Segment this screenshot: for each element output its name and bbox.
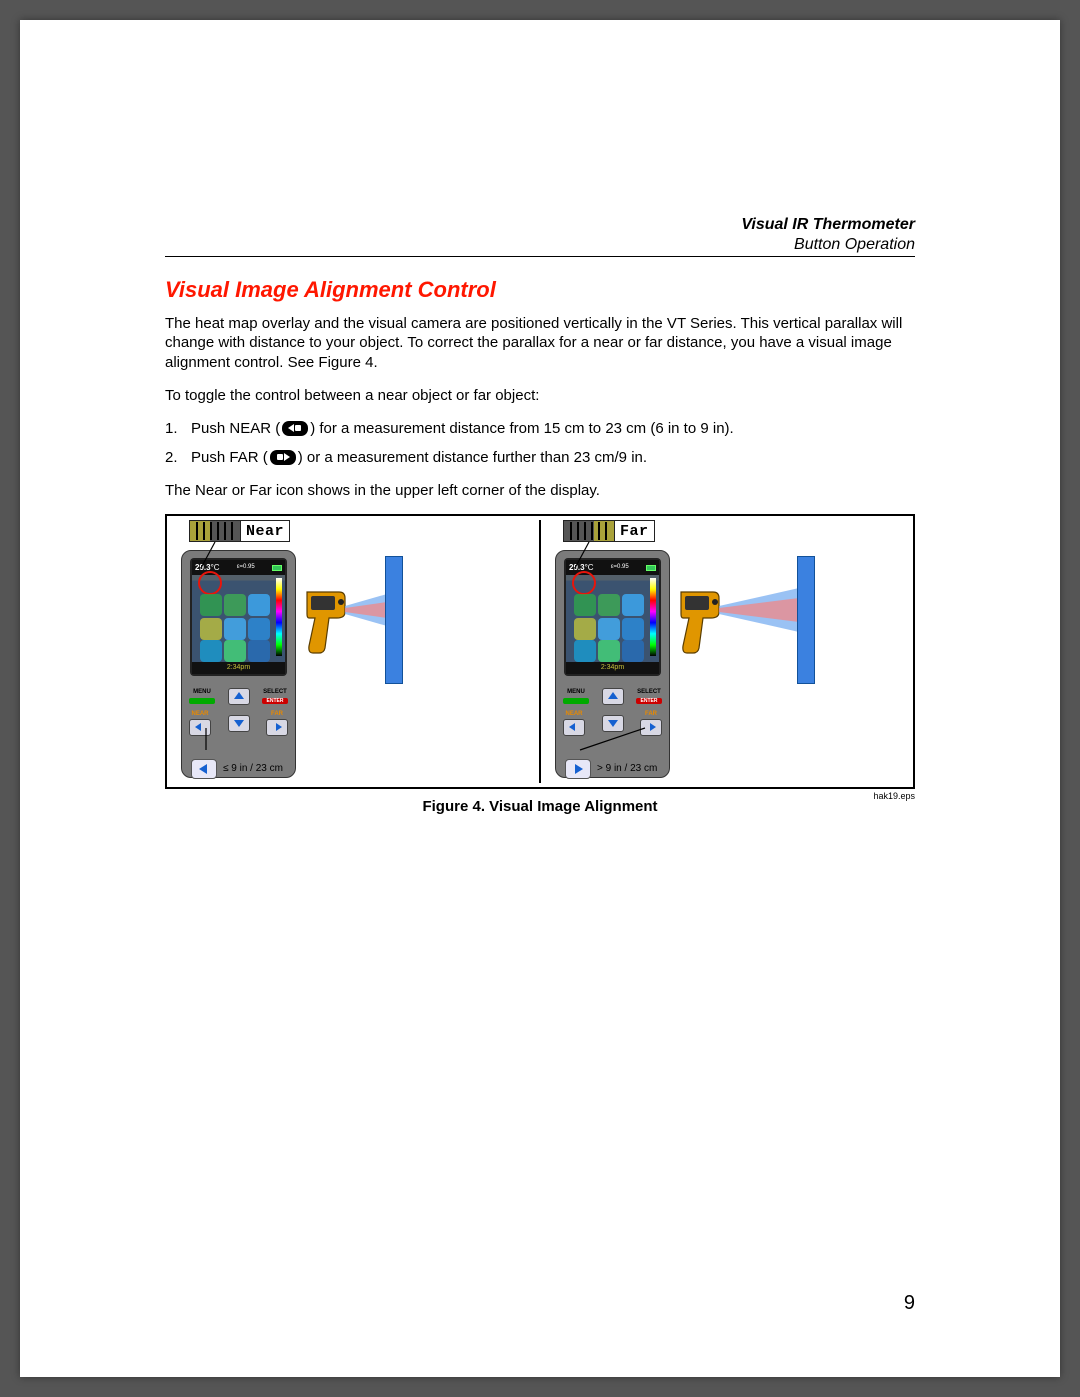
- menu-label: MENU: [189, 689, 215, 704]
- thermometer-device: 29.3°C ε=0.95: [555, 550, 670, 778]
- battery-icon: [646, 565, 656, 571]
- near-distance-label: ≤ 9 in / 23 cm: [223, 763, 283, 776]
- down-button[interactable]: [228, 715, 250, 732]
- thermometer-side-icon: [679, 588, 723, 654]
- far-arrow-icon: [565, 759, 591, 779]
- near-button-icon: [282, 421, 308, 436]
- menu-sub-icon: [189, 698, 215, 704]
- device-screen-frame: 29.3°C ε=0.95: [190, 558, 287, 676]
- ir-beam-icon: [345, 592, 387, 632]
- menu-sub-icon: [563, 698, 589, 704]
- result-paragraph: The Near or Far icon shows in the upper …: [165, 481, 915, 500]
- page-content: Visual Image Alignment Control The heat …: [165, 276, 915, 817]
- emissivity-value: ε=0.95: [611, 564, 629, 572]
- far-mode-badge: Far: [563, 520, 655, 542]
- header-rule: [165, 256, 915, 257]
- target-wall: [797, 556, 815, 684]
- up-button[interactable]: [602, 688, 624, 705]
- select-label: SELECTENTER: [636, 689, 662, 704]
- far-key-label: FAR: [645, 711, 657, 719]
- far-badge-label: Far: [614, 521, 654, 541]
- near-key-label: NEAR: [191, 711, 208, 719]
- near-key-button[interactable]: [563, 719, 585, 736]
- thermometer-side-icon: [305, 588, 349, 654]
- figure-near-panel: Near 29.3°C ε=0.95: [167, 516, 539, 787]
- step-text: Push FAR () or a measurement distance fu…: [191, 448, 915, 467]
- device-keypad: MENU SELECTENTER NEAR FAR: [563, 682, 662, 738]
- target-wall: [385, 556, 403, 684]
- step-text: Push NEAR () for a measurement distance …: [191, 419, 915, 438]
- menu-label: MENU: [563, 689, 589, 704]
- enter-label: ENTER: [262, 698, 288, 704]
- battery-icon: [272, 565, 282, 571]
- toggle-paragraph: To toggle the control between a near obj…: [165, 386, 915, 405]
- screen-time: 2:34pm: [601, 664, 624, 673]
- enter-label: ENTER: [636, 698, 662, 704]
- color-scale-icon: [650, 578, 656, 656]
- screen-bottombar: 2:34pm: [192, 662, 285, 674]
- ir-beam-icon: [719, 588, 799, 636]
- highlight-circle-icon: [572, 571, 596, 595]
- near-badge-label: Near: [240, 521, 289, 541]
- far-key-label: FAR: [271, 711, 283, 719]
- device-screen-frame: 29.3°C ε=0.95: [564, 558, 661, 676]
- section-heading: Visual Image Alignment Control: [165, 276, 915, 304]
- step-2: 2. Push FAR () or a measurement distance…: [165, 448, 915, 467]
- near-key-button[interactable]: [189, 719, 211, 736]
- page-number: 9: [904, 1291, 915, 1317]
- step-number: 1.: [165, 419, 191, 438]
- far-footnote: > 9 in / 23 cm: [565, 759, 657, 779]
- select-label: SELECTENTER: [262, 689, 288, 704]
- thermometer-device: 29.3°C ε=0.95: [181, 550, 296, 778]
- step-list: 1. Push NEAR () for a measurement distan…: [165, 419, 915, 467]
- figure-4: Near 29.3°C ε=0.95: [165, 514, 915, 789]
- near-footnote: ≤ 9 in / 23 cm: [191, 759, 283, 779]
- focus-track-icon: [190, 521, 240, 541]
- thermal-image: [574, 594, 646, 660]
- down-button[interactable]: [602, 715, 624, 732]
- color-scale-icon: [276, 578, 282, 656]
- figure-far-panel: Far 29.3°C ε=0.95: [541, 516, 913, 787]
- device-keypad: MENU SELECTENTER NEAR FAR: [189, 682, 288, 738]
- manual-page: Visual IR Thermometer Button Operation V…: [20, 20, 1060, 1377]
- near-arrow-icon: [191, 759, 217, 779]
- near-mode-badge: Near: [189, 520, 290, 542]
- focus-track-icon: [564, 521, 614, 541]
- emissivity-value: ε=0.95: [237, 564, 255, 572]
- highlight-circle-icon: [198, 571, 222, 595]
- intro-paragraph: The heat map overlay and the visual came…: [165, 314, 915, 372]
- far-key-button[interactable]: [640, 719, 662, 736]
- far-key-button[interactable]: [266, 719, 288, 736]
- eps-filename: hak19.eps: [873, 791, 915, 803]
- near-key-label: NEAR: [565, 711, 582, 719]
- running-header: Visual IR Thermometer Button Operation: [741, 215, 915, 256]
- up-button[interactable]: [228, 688, 250, 705]
- step-number: 2.: [165, 448, 191, 467]
- header-title: Visual IR Thermometer: [741, 215, 915, 235]
- screen-time: 2:34pm: [227, 664, 250, 673]
- figure-caption: Figure 4. Visual Image Alignment: [165, 797, 915, 816]
- step-1: 1. Push NEAR () for a measurement distan…: [165, 419, 915, 438]
- screen-bottombar: 2:34pm: [566, 662, 659, 674]
- device-screen: 29.3°C ε=0.95: [566, 560, 659, 674]
- far-distance-label: > 9 in / 23 cm: [597, 763, 657, 776]
- device-screen: 29.3°C ε=0.95: [192, 560, 285, 674]
- thermal-image: [200, 594, 272, 660]
- far-button-icon: [270, 450, 296, 465]
- header-subtitle: Button Operation: [741, 235, 915, 255]
